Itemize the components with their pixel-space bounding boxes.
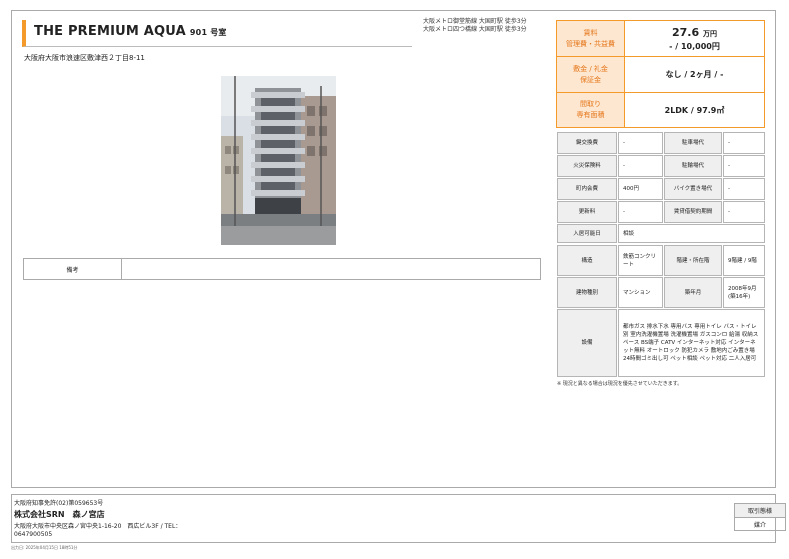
rent-amount: 27.6 万円: [672, 26, 717, 41]
deposit-label: 敷金 / 礼金 保証金: [557, 57, 625, 92]
property-address: 大阪府大阪市浪速区敷津西２丁目8-11: [24, 54, 145, 62]
rent-value: 27.6: [672, 25, 700, 39]
layout-values: 2LDK / 97.9㎡: [625, 93, 764, 127]
license-number: 大阪府知事免許(02)第059653号: [14, 500, 104, 507]
spec-value: 9階建 / 9階: [723, 245, 765, 276]
spec-label: 設備: [557, 309, 617, 377]
company-name: 株式会社SRN 森ノ宮店: [14, 510, 105, 519]
spec-row-renewal-lease: 更新料 - 賃貸借契約期間 -: [557, 201, 765, 223]
layout-value: 2LDK / 97.9㎡: [664, 105, 725, 115]
spec-value: 400円: [618, 178, 663, 200]
spec-row-type-built: 建物種別 マンション 築年月 2008年9月(築16年): [557, 277, 765, 308]
rent-row: 賃料 管理費・共益費 27.6 万円 - / 10,000円: [556, 20, 765, 57]
spec-label: 賃貸借契約期間: [664, 201, 722, 223]
layout-label: 間取り 専有面積: [557, 93, 625, 127]
spec-label: 駐車場代: [664, 132, 722, 154]
transaction-type-label: 取引態様: [735, 504, 785, 518]
spec-label: 築年月: [664, 277, 722, 308]
spec-value: マンション: [618, 277, 663, 308]
deposit-values: なし / 2ヶ月 / -: [625, 57, 764, 92]
spec-value: -: [723, 132, 765, 154]
spec-label: 構造: [557, 245, 617, 276]
remarks-label: 備考: [24, 259, 122, 279]
deposit-label-sub: 保証金: [580, 75, 601, 84]
spec-label: 更新料: [557, 201, 617, 223]
transaction-type-box: 取引態様 媒介: [734, 503, 786, 531]
management-fee: - / 10,000円: [669, 41, 720, 51]
spec-row-community-bike: 町内会費 400円 バイク置き場代 -: [557, 178, 765, 200]
remarks-value: [122, 259, 540, 279]
room-number: 901 号室: [189, 28, 227, 37]
deposit-value: なし / 2ヶ月 / -: [665, 70, 724, 79]
spec-label: 町内会費: [557, 178, 617, 200]
spec-value: -: [618, 132, 663, 154]
spec-label: 建物種別: [557, 277, 617, 308]
spec-label: 階建・所在階: [664, 245, 722, 276]
remarks-row: 備考: [23, 258, 541, 280]
property-name: THE PREMIUM AQUA: [34, 24, 186, 39]
deposit-row: 敷金 / 礼金 保証金 なし / 2ヶ月 / -: [556, 56, 765, 93]
spec-row-key-parking: 鍵交換費 - 駐車場代 -: [557, 132, 765, 154]
spec-row-structure-floor: 構造 鉄筋コンクリート 階建・所在階 9階建 / 9階: [557, 245, 765, 276]
equipment-value: 都市ガス 排水下水 専用バス 専用トイレ バス・トイレ別 室内洗濯機置場 洗濯機…: [618, 309, 765, 377]
spec-value: 相談: [618, 224, 765, 243]
rent-values: 27.6 万円 - / 10,000円: [625, 21, 764, 56]
transaction-type-value: 媒介: [753, 522, 766, 529]
spec-value: 鉄筋コンクリート: [618, 245, 663, 276]
access-line-1: 大阪メトロ御堂筋線 大国町駅 徒歩3分: [423, 18, 527, 25]
property-title: THE PREMIUM AQUA 901 号室: [34, 24, 227, 39]
access-line-2: 大阪メトロ四つ橋線 大国町駅 徒歩3分: [423, 26, 527, 33]
spec-label: バイク置き場代: [664, 178, 722, 200]
spec-value: -: [723, 178, 765, 200]
spec-value: 2008年9月(築16年): [723, 277, 765, 308]
disclaimer-note: ※ 現況と異なる場合は現況を優先させていただきます。: [557, 381, 683, 387]
spec-value: -: [618, 201, 663, 223]
building-photo: [221, 76, 336, 245]
print-timestamp: 出力日: 2025年04月15日 18時51分: [11, 545, 78, 550]
building-photo-illustration: [221, 76, 336, 245]
rent-unit: 万円: [702, 29, 717, 38]
spec-row-equipment: 設備 都市ガス 排水下水 専用バス 専用トイレ バス・トイレ別 室内洗濯機置場 …: [557, 309, 765, 377]
company-address: 大阪府大阪市中央区森ノ宮中央1-16-20 西広ビル3F / TEL：06479…: [14, 523, 182, 538]
spec-label: 入居可能日: [557, 224, 617, 243]
rent-label-sub: 管理費・共益費: [566, 39, 615, 48]
spec-label: 駐輪場代: [664, 155, 722, 177]
spec-label: 火災保険料: [557, 155, 617, 177]
layout-row: 間取り 専有面積 2LDK / 97.9㎡: [556, 92, 765, 128]
spec-value: -: [723, 155, 765, 177]
spec-value: -: [618, 155, 663, 177]
rent-label: 賃料 管理費・共益費: [557, 21, 625, 56]
deposit-label-main: 敷金 / 礼金: [573, 64, 608, 73]
spec-row-fire-bicycle: 火災保険料 - 駐輪場代 -: [557, 155, 765, 177]
layout-label-sub: 専有面積: [576, 111, 605, 119]
property-title-bar: THE PREMIUM AQUA 901 号室: [22, 20, 412, 47]
spec-row-move-in: 入居可能日 相談: [557, 224, 765, 243]
agency-footer: 大阪府知事免許(02)第059653号 株式会社SRN 森ノ宮店 大阪府大阪市中…: [11, 494, 786, 543]
spec-label: 鍵交換費: [557, 132, 617, 154]
layout-label-main: 間取り: [580, 100, 601, 108]
rent-label-main: 賃料: [583, 28, 598, 37]
spec-value: -: [723, 201, 765, 223]
station-access: 大阪メトロ御堂筋線 大国町駅 徒歩3分 大阪メトロ四つ橋線 大国町駅 徒歩3分: [423, 18, 527, 34]
